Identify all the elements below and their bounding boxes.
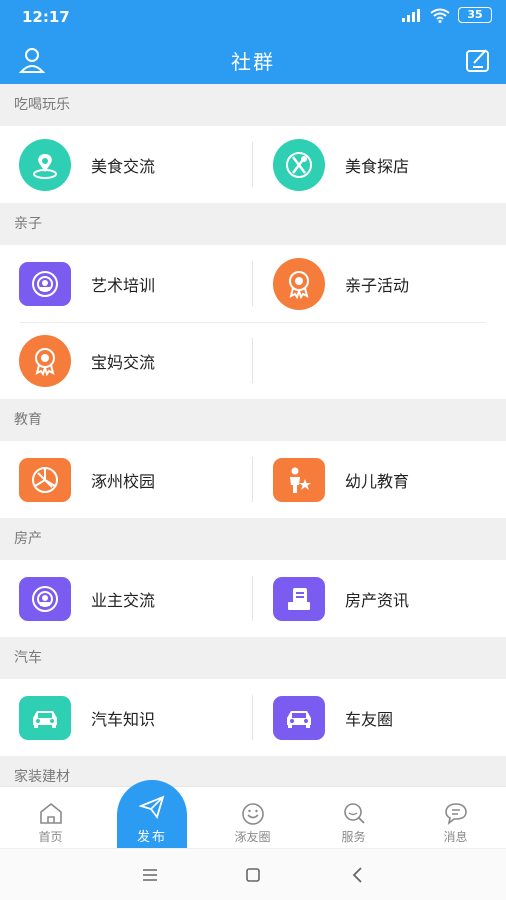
home-square-icon[interactable] bbox=[241, 863, 265, 887]
publish-button[interactable]: 发布 bbox=[117, 780, 187, 852]
category-mom-exchange[interactable]: 宝妈交流 bbox=[0, 322, 253, 399]
grid-row: 业主交流 房产资讯 bbox=[0, 560, 506, 637]
category-property-news[interactable]: 房产资讯 bbox=[253, 560, 506, 637]
search-bubble-icon bbox=[341, 801, 367, 825]
paper-plane-icon bbox=[138, 794, 165, 820]
category-label: 亲子活动 bbox=[345, 275, 410, 295]
category-label: 汽车知识 bbox=[91, 709, 156, 729]
car-icon bbox=[273, 695, 325, 740]
status-bar: 12:17 35 bbox=[0, 0, 506, 34]
category-food-visit[interactable]: 美食探店 bbox=[253, 126, 506, 203]
location-pin-icon bbox=[19, 138, 71, 191]
grid-row: 艺术培训 亲子活动 bbox=[0, 245, 506, 322]
tab-home[interactable]: 首页 bbox=[0, 787, 101, 849]
category-car-friends[interactable]: 车友圈 bbox=[253, 679, 506, 756]
grid-row: 美食交流 美食探店 bbox=[0, 126, 506, 203]
section-header-parenting: 亲子 bbox=[0, 203, 506, 245]
category-child-education[interactable]: 幼儿教育 bbox=[253, 441, 506, 518]
app-header: 社群 bbox=[0, 34, 506, 84]
compose-icon[interactable] bbox=[464, 46, 492, 74]
category-label: 房产资讯 bbox=[345, 590, 410, 610]
car-icon bbox=[19, 695, 71, 740]
empty-cell bbox=[253, 322, 506, 399]
medal-icon bbox=[19, 334, 71, 387]
category-label: 美食探店 bbox=[345, 156, 410, 176]
section-header-property: 房产 bbox=[0, 518, 506, 560]
tab-label: 首页 bbox=[38, 830, 63, 844]
battery-icon: 35 bbox=[458, 7, 492, 23]
bottom-tab-bar: 首页 涿友圈 服务 消息 bbox=[0, 786, 506, 848]
category-label: 涿州校园 bbox=[91, 471, 156, 491]
category-label: 车友圈 bbox=[345, 709, 394, 729]
grid-row: 汽车知识 车友圈 bbox=[0, 679, 506, 756]
smile-icon bbox=[240, 801, 266, 825]
category-art-training[interactable]: 艺术培训 bbox=[0, 245, 253, 322]
category-label: 业主交流 bbox=[91, 590, 156, 610]
parent-child-icon bbox=[273, 457, 325, 502]
menu-icon[interactable] bbox=[138, 863, 162, 887]
tab-label: 涿友圈 bbox=[234, 830, 271, 844]
category-car-knowledge[interactable]: 汽车知识 bbox=[0, 679, 253, 756]
category-food-exchange[interactable]: 美食交流 bbox=[0, 126, 253, 203]
section-header-food: 吃喝玩乐 bbox=[0, 84, 506, 126]
news-icon bbox=[273, 576, 325, 621]
broadcast-icon bbox=[19, 261, 71, 306]
page-title: 社群 bbox=[231, 50, 275, 74]
category-label: 宝妈交流 bbox=[91, 352, 156, 372]
tab-label: 服务 bbox=[341, 830, 366, 844]
category-label: 艺术培训 bbox=[91, 275, 156, 295]
signal-icon bbox=[402, 8, 422, 22]
status-time: 12:17 bbox=[22, 8, 70, 26]
category-label: 幼儿教育 bbox=[345, 471, 410, 491]
status-icons: 35 bbox=[402, 7, 492, 23]
home-icon bbox=[38, 801, 64, 825]
section-header-car: 汽车 bbox=[0, 637, 506, 679]
publish-label: 发布 bbox=[136, 830, 167, 845]
wifi-icon bbox=[430, 8, 450, 23]
grid-row: 宝妈交流 bbox=[0, 322, 506, 399]
broadcast-icon bbox=[19, 576, 71, 621]
aperture-icon bbox=[19, 457, 71, 502]
category-owner-exchange[interactable]: 业主交流 bbox=[0, 560, 253, 637]
section-header-education: 教育 bbox=[0, 399, 506, 441]
grid-row: 涿州校园 幼儿教育 bbox=[0, 441, 506, 518]
medal-icon bbox=[273, 257, 325, 310]
tab-service[interactable]: 服务 bbox=[303, 787, 404, 849]
tab-zhuoyou-circle[interactable]: 涿友圈 bbox=[202, 787, 303, 849]
tab-label: 消息 bbox=[443, 830, 468, 844]
section-header-home-decor: 家装建材 bbox=[0, 756, 506, 786]
category-label: 美食交流 bbox=[91, 156, 156, 176]
system-nav-bar bbox=[0, 848, 506, 900]
community-list[interactable]: 吃喝玩乐 美食交流 美食探店 亲子 艺术培训 亲子活动 宝妈交流 教育 涿州校园… bbox=[0, 84, 506, 786]
tab-messages[interactable]: 消息 bbox=[405, 787, 506, 849]
chat-icon bbox=[443, 801, 469, 825]
category-zhuozhou-campus[interactable]: 涿州校园 bbox=[0, 441, 253, 518]
fork-spoon-icon bbox=[273, 138, 325, 191]
back-icon[interactable] bbox=[346, 863, 370, 887]
category-parent-activity[interactable]: 亲子活动 bbox=[253, 245, 506, 322]
